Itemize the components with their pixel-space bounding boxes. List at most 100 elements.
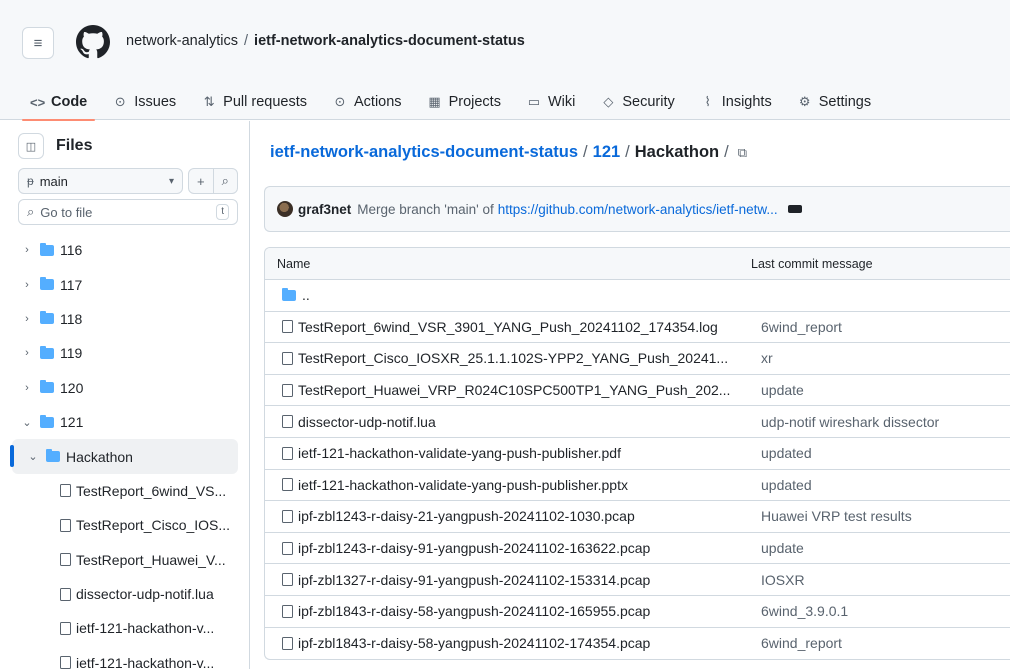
chevron-right-icon[interactable]: ›: [20, 347, 34, 359]
table-row[interactable]: ipf-zbl1243-r-daisy-21-yangpush-20241102…: [265, 501, 1010, 533]
tree-folder[interactable]: › 117: [0, 267, 249, 301]
tree-file[interactable]: TestReport_Cisco_IOS...: [0, 508, 249, 542]
tab-security[interactable]: ◇ Security: [591, 74, 684, 120]
sidebar-collapse-button[interactable]: ◫: [18, 133, 44, 159]
table-row[interactable]: TestReport_6wind_VSR_3901_YANG_Push_2024…: [265, 312, 1010, 344]
owner-link[interactable]: network-analytics: [126, 33, 238, 49]
tab-code[interactable]: <> Code: [20, 74, 97, 121]
commit-message-link[interactable]: IOSXR: [761, 572, 805, 588]
commit-message-link[interactable]: 6wind_report: [761, 319, 842, 335]
tree-file[interactable]: TestReport_6wind_VS...: [0, 474, 249, 508]
tree-item-label: 118: [60, 310, 83, 327]
tab-insights[interactable]: ⌇ Insights: [691, 74, 782, 120]
tree-file[interactable]: ietf-121-hackathon-v...: [0, 646, 249, 669]
file-name-link[interactable]: ipf-zbl1843-r-daisy-58-yangpush-20241102…: [298, 603, 650, 619]
file-name-link[interactable]: ietf-121-hackathon-validate-yang-push-pu…: [298, 445, 621, 461]
commit-message[interactable]: Merge branch 'main' of: [357, 202, 493, 217]
tab-wiki[interactable]: ▭ Wiki: [517, 74, 585, 120]
commit-message-link[interactable]: update: [761, 382, 804, 398]
tab-issues[interactable]: ⊙ Issues: [103, 74, 186, 120]
parent-directory-row[interactable]: ..: [265, 280, 1010, 312]
commit-message-link[interactable]: update: [761, 540, 804, 556]
tree-folder[interactable]: › 119: [0, 336, 249, 370]
commit-author[interactable]: graf3net: [298, 202, 351, 217]
copy-path-icon[interactable]: ⧉: [738, 145, 747, 161]
chevron-down-icon[interactable]: ⌄: [20, 416, 34, 429]
tree-folder[interactable]: ⌄ Hackathon: [10, 439, 238, 474]
chevron-right-icon[interactable]: ›: [20, 244, 34, 256]
file-name-link[interactable]: ipf-zbl1843-r-daisy-58-yangpush-20241102…: [298, 635, 650, 651]
table-row[interactable]: TestReport_Huawei_VRP_R024C10SPC500TP1_Y…: [265, 375, 1010, 407]
chevron-down-icon[interactable]: ⌄: [26, 450, 40, 463]
tree-folder[interactable]: ⌄ 121: [0, 405, 249, 439]
file-name-link[interactable]: TestReport_6wind_VSR_3901_YANG_Push_2024…: [298, 319, 718, 335]
file-name-link[interactable]: ietf-121-hackathon-validate-yang-push-pu…: [298, 477, 628, 493]
file-name-link[interactable]: dissector-udp-notif.lua: [298, 414, 436, 430]
commit-message-link[interactable]: 6wind_report: [761, 635, 842, 651]
files-title: Files: [56, 137, 93, 154]
file-icon: [282, 320, 293, 334]
file-icon: [282, 604, 293, 618]
breadcrumb-repo-link[interactable]: ietf-network-analytics-document-status: [270, 143, 578, 162]
file-icon: [282, 509, 293, 523]
tab-settings[interactable]: ⚙ Settings: [788, 74, 881, 120]
expand-commit-icon[interactable]: [787, 205, 802, 213]
chevron-right-icon[interactable]: ›: [20, 279, 34, 291]
file-name-link[interactable]: ipf-zbl1243-r-daisy-91-yangpush-20241102…: [298, 540, 650, 556]
table-row[interactable]: dissector-udp-notif.lua udp-notif wiresha…: [265, 406, 1010, 438]
commit-message-link[interactable]: udp-notif wireshark dissector: [761, 414, 939, 430]
file-name-link[interactable]: TestReport_Huawei_VRP_R024C10SPC500TP1_Y…: [298, 382, 730, 398]
chevron-right-icon[interactable]: ›: [20, 382, 34, 394]
go-to-file-input[interactable]: ⌕ Go to file t: [18, 199, 238, 225]
commit-message-link[interactable]: updated: [761, 477, 812, 493]
tree-item-label: TestReport_6wind_VS...: [76, 482, 227, 499]
latest-commit: graf3net Merge branch 'main' of https://…: [264, 186, 1010, 232]
repo-link[interactable]: ietf-network-analytics-document-status: [254, 33, 525, 49]
add-file-button[interactable]: +: [189, 169, 214, 193]
tree-file[interactable]: dissector-udp-notif.lua: [0, 577, 249, 611]
chevron-right-icon[interactable]: ›: [20, 313, 34, 325]
breadcrumb-folder-link[interactable]: 121: [593, 143, 621, 162]
file-name-link[interactable]: ipf-zbl1243-r-daisy-21-yangpush-20241102…: [298, 508, 635, 524]
pull-request-icon: ⇅: [203, 94, 215, 109]
table-row[interactable]: ipf-zbl1843-r-daisy-58-yangpush-20241102…: [265, 628, 1010, 660]
table-header: Name Last commit message: [265, 248, 1010, 280]
tab-pull-requests[interactable]: ⇅ Pull requests: [192, 74, 317, 120]
search-button[interactable]: ⌕: [214, 169, 238, 193]
file-name-link[interactable]: ipf-zbl1327-r-daisy-91-yangpush-20241102…: [298, 572, 650, 588]
avatar[interactable]: [277, 201, 293, 217]
commit-message-link[interactable]: xr: [761, 350, 773, 366]
files-header: ◫ Files: [18, 133, 92, 159]
tab-label: Issues: [134, 94, 177, 110]
tree-item-label: 117: [60, 276, 83, 293]
table-row[interactable]: ipf-zbl1243-r-daisy-91-yangpush-20241102…: [265, 533, 1010, 565]
tab-actions[interactable]: ⊙ Actions: [323, 74, 412, 120]
tab-label: Pull requests: [223, 94, 307, 110]
table-row[interactable]: ipf-zbl1843-r-daisy-58-yangpush-20241102…: [265, 596, 1010, 628]
commit-link[interactable]: https://github.com/network-analytics/iet…: [498, 202, 778, 217]
tree-folder[interactable]: › 118: [0, 302, 249, 336]
table-row[interactable]: ipf-zbl1327-r-daisy-91-yangpush-20241102…: [265, 564, 1010, 596]
table-row[interactable]: ietf-121-hackathon-validate-yang-push-pu…: [265, 438, 1010, 470]
file-name-link[interactable]: TestReport_Cisco_IOSXR_25.1.1.102S-YPP2_…: [298, 350, 728, 366]
github-logo-icon[interactable]: [76, 25, 110, 59]
table-row[interactable]: TestReport_Cisco_IOSXR_25.1.1.102S-YPP2_…: [265, 343, 1010, 375]
commit-message-link[interactable]: updated: [761, 445, 812, 461]
file-icon: [60, 621, 71, 635]
folder-icon: [40, 277, 54, 291]
file-icon: [60, 553, 71, 567]
tree-folder[interactable]: › 116: [0, 233, 249, 267]
tree-file[interactable]: TestReport_Huawei_V...: [0, 543, 249, 577]
tree-item-label: 119: [60, 345, 83, 362]
commit-message-link[interactable]: Huawei VRP test results: [761, 508, 912, 524]
menu-button[interactable]: ≡: [22, 27, 54, 59]
tab-projects[interactable]: ▦ Projects: [418, 74, 511, 120]
folder-icon: [40, 242, 54, 256]
add-search-group: + ⌕: [188, 168, 238, 194]
branch-selector[interactable]: ᵽ main ▾: [18, 168, 183, 194]
table-row[interactable]: ietf-121-hackathon-validate-yang-push-pu…: [265, 470, 1010, 502]
commit-message-link[interactable]: 6wind_3.9.0.1: [761, 603, 848, 619]
file-tree-sidebar: ◫ Files ᵽ main ▾ + ⌕ ⌕ Go to file t › 116…: [0, 121, 250, 669]
tree-folder[interactable]: › 120: [0, 371, 249, 405]
tree-file[interactable]: ietf-121-hackathon-v...: [0, 611, 249, 645]
